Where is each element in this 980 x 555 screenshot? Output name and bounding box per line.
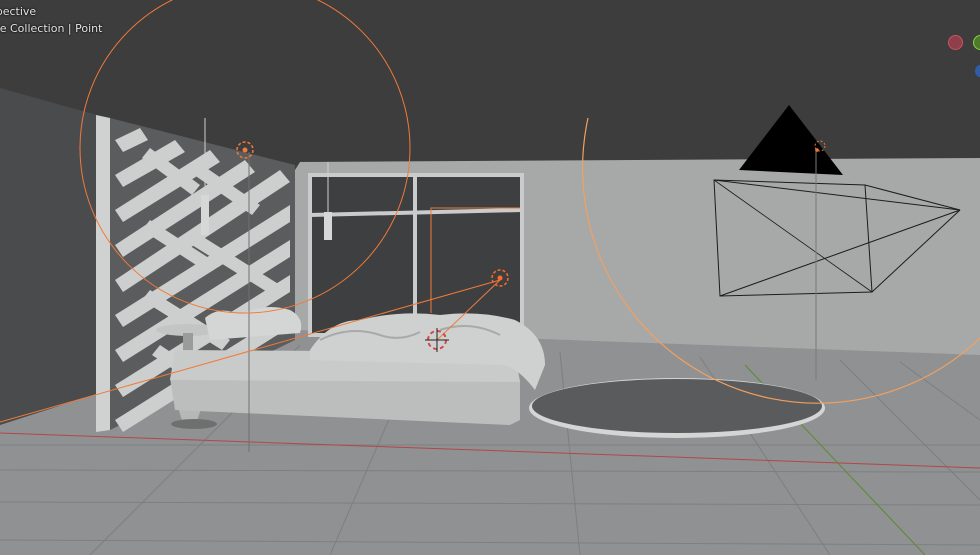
collection-object-label: ene Collection | Point (0, 22, 103, 35)
window (308, 173, 524, 337)
scene-render[interactable] (0, 0, 980, 555)
view-name-label: spective (0, 5, 37, 18)
round-rug (529, 378, 825, 438)
navigation-gizmo-z-axis[interactable] (975, 65, 980, 77)
navigation-gizmo-x-axis[interactable] (948, 35, 963, 50)
3d-viewport[interactable]: spective ene Collection | Point (0, 0, 980, 555)
bed (170, 306, 545, 425)
